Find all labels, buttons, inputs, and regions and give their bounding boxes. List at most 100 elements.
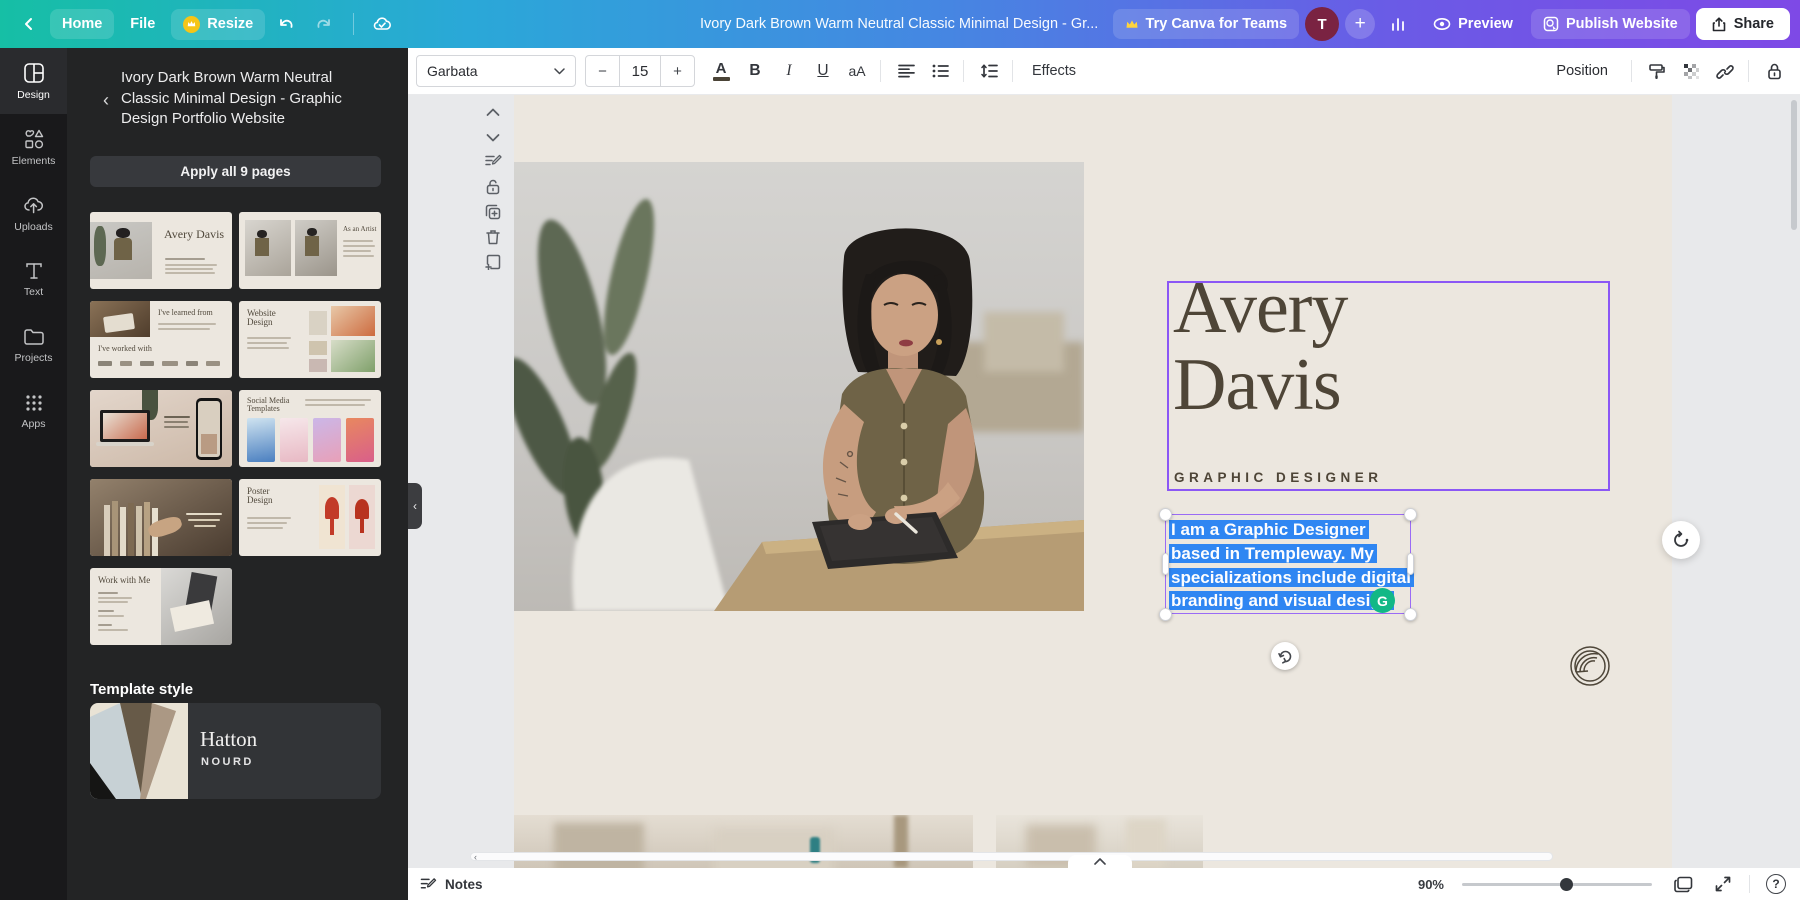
cloud-saved-icon[interactable] — [366, 7, 400, 41]
notes-page-icon[interactable] — [482, 154, 504, 170]
move-down-icon[interactable] — [482, 129, 504, 145]
spiral-logo[interactable] — [1568, 644, 1612, 688]
account-avatar[interactable]: T — [1305, 7, 1339, 41]
sidebar-label-apps: Apps — [22, 418, 46, 430]
page-thumbnail-6[interactable]: Social Media Templates — [239, 390, 381, 467]
transparency-button[interactable] — [1675, 55, 1707, 87]
fullscreen-button[interactable] — [1715, 876, 1731, 892]
hero-photo[interactable] — [514, 162, 1084, 611]
rotate-handle[interactable] — [1271, 642, 1299, 670]
publish-label: Publish Website — [1566, 16, 1678, 32]
page-thumbnail-3[interactable]: I've learned from I've worked with — [90, 301, 232, 378]
bold-button[interactable]: B — [739, 55, 771, 87]
page-thumbnail-8[interactable]: Poster Design — [239, 479, 381, 556]
chevron-up-icon — [1094, 858, 1106, 865]
lock-button[interactable] — [1758, 55, 1790, 87]
font-size-value[interactable]: 15 — [619, 56, 661, 86]
page-thumbnail-9[interactable]: Work with Me — [90, 568, 232, 645]
pages-view-button[interactable] — [1674, 876, 1693, 893]
resize-handle-right[interactable] — [1407, 553, 1414, 575]
heading-line-2: Davis — [1173, 347, 1347, 424]
insights-chart-icon[interactable] — [1381, 7, 1415, 41]
add-page-icon[interactable] — [482, 254, 504, 270]
style-name: Hatton — [200, 727, 257, 752]
help-button[interactable]: ? — [1766, 874, 1786, 894]
font-family-select[interactable]: Garbata — [416, 55, 576, 87]
style-brand: NOURD — [201, 756, 254, 768]
page-tools — [480, 104, 506, 270]
sidebar-item-apps[interactable]: Apps — [0, 378, 67, 444]
page-thumbnail-1[interactable]: Avery Davis — [90, 212, 232, 289]
zoom-slider[interactable] — [1462, 883, 1652, 886]
notes-button[interactable]: Notes — [420, 868, 483, 900]
sidebar-item-projects[interactable]: Projects — [0, 312, 67, 378]
unlock-icon[interactable] — [482, 179, 504, 195]
text-color-button[interactable]: A — [705, 55, 737, 87]
resize-button[interactable]: Resize — [171, 9, 265, 40]
sidebar-item-text[interactable]: Text — [0, 246, 67, 312]
vertical-scrollbar-thumb[interactable] — [1791, 100, 1797, 230]
italic-button[interactable]: I — [773, 55, 805, 87]
resize-handle-top-left[interactable] — [1159, 508, 1172, 521]
sidebar-item-uploads[interactable]: Uploads — [0, 180, 67, 246]
expand-pages-notch[interactable] — [1068, 855, 1132, 868]
home-label: Home — [62, 16, 102, 32]
resize-handle-top-right[interactable] — [1404, 508, 1417, 521]
font-size-decrease-button[interactable]: − — [586, 56, 619, 86]
spacing-button[interactable] — [973, 55, 1005, 87]
delete-page-icon[interactable] — [482, 229, 504, 245]
hero-heading[interactable]: Avery Davis — [1173, 270, 1347, 424]
underline-button[interactable]: U — [807, 55, 839, 87]
crown-icon — [183, 16, 200, 33]
home-button[interactable]: Home — [50, 9, 114, 39]
resize-handle-bottom-left[interactable] — [1159, 608, 1172, 621]
resize-handle-bottom-right[interactable] — [1404, 608, 1417, 621]
effects-button[interactable]: Effects — [1022, 55, 1086, 87]
preview-button[interactable]: Preview — [1421, 9, 1525, 39]
horizontal-scrollbar[interactable]: ‹ — [470, 852, 1553, 861]
text-case-button[interactable]: aA — [841, 55, 873, 87]
panel-collapse-tab[interactable]: ‹ — [408, 483, 422, 529]
back-icon[interactable] — [12, 7, 46, 41]
alignment-button[interactable] — [890, 55, 922, 87]
style-swatch — [90, 703, 188, 799]
hero-subheading[interactable]: GRAPHIC DESIGNER — [1174, 470, 1383, 485]
redo-icon[interactable] — [307, 7, 341, 41]
duplicate-page-icon[interactable] — [482, 204, 504, 220]
align-left-icon — [898, 64, 915, 78]
publish-website-button[interactable]: Publish Website — [1531, 9, 1690, 39]
projects-icon — [23, 327, 45, 347]
panel-back-icon[interactable]: ‹ — [103, 90, 109, 130]
sidebar-item-elements[interactable]: Elements — [0, 114, 67, 180]
document-title[interactable]: Ivory Dark Brown Warm Neutral Classic Mi… — [700, 0, 1110, 48]
undo-icon[interactable] — [269, 7, 303, 41]
list-button[interactable] — [924, 55, 956, 87]
transparency-icon — [1683, 63, 1699, 79]
paragraph-line-4: branding and visual design — [1169, 591, 1394, 610]
link-button[interactable] — [1709, 55, 1741, 87]
position-button[interactable]: Position — [1540, 63, 1624, 79]
page-thumbnail-7[interactable] — [90, 479, 232, 556]
text-color-letter: A — [716, 61, 727, 76]
assistant-floating-button[interactable] — [1662, 521, 1700, 559]
page-thumbnail-2[interactable]: As an Artist — [239, 212, 381, 289]
grammarly-badge[interactable]: G — [1370, 588, 1395, 613]
crown-icon — [1125, 19, 1139, 30]
zoom-value[interactable]: 90% — [1418, 877, 1444, 892]
add-member-button[interactable]: + — [1345, 9, 1375, 39]
apps-icon — [24, 393, 44, 413]
canvas-area[interactable]: Avery Davis GRAPHIC DESIGNER I am a Grap… — [408, 94, 1800, 868]
page-thumbnail-4[interactable]: Website Design — [239, 301, 381, 378]
sidebar-item-design[interactable]: Design — [0, 48, 67, 114]
zoom-slider-knob[interactable] — [1560, 878, 1573, 891]
font-size-increase-button[interactable]: + — [661, 56, 694, 86]
template-style-card[interactable]: Hatton NOURD — [90, 703, 381, 799]
move-up-icon[interactable] — [482, 104, 504, 120]
copy-style-button[interactable] — [1641, 55, 1673, 87]
try-canva-teams-button[interactable]: Try Canva for Teams — [1113, 9, 1300, 39]
share-button[interactable]: Share — [1696, 8, 1790, 40]
file-button[interactable]: File — [118, 9, 167, 39]
resize-handle-left[interactable] — [1162, 553, 1169, 575]
page-thumbnail-5[interactable] — [90, 390, 232, 467]
apply-all-pages-button[interactable]: Apply all 9 pages — [90, 156, 381, 187]
